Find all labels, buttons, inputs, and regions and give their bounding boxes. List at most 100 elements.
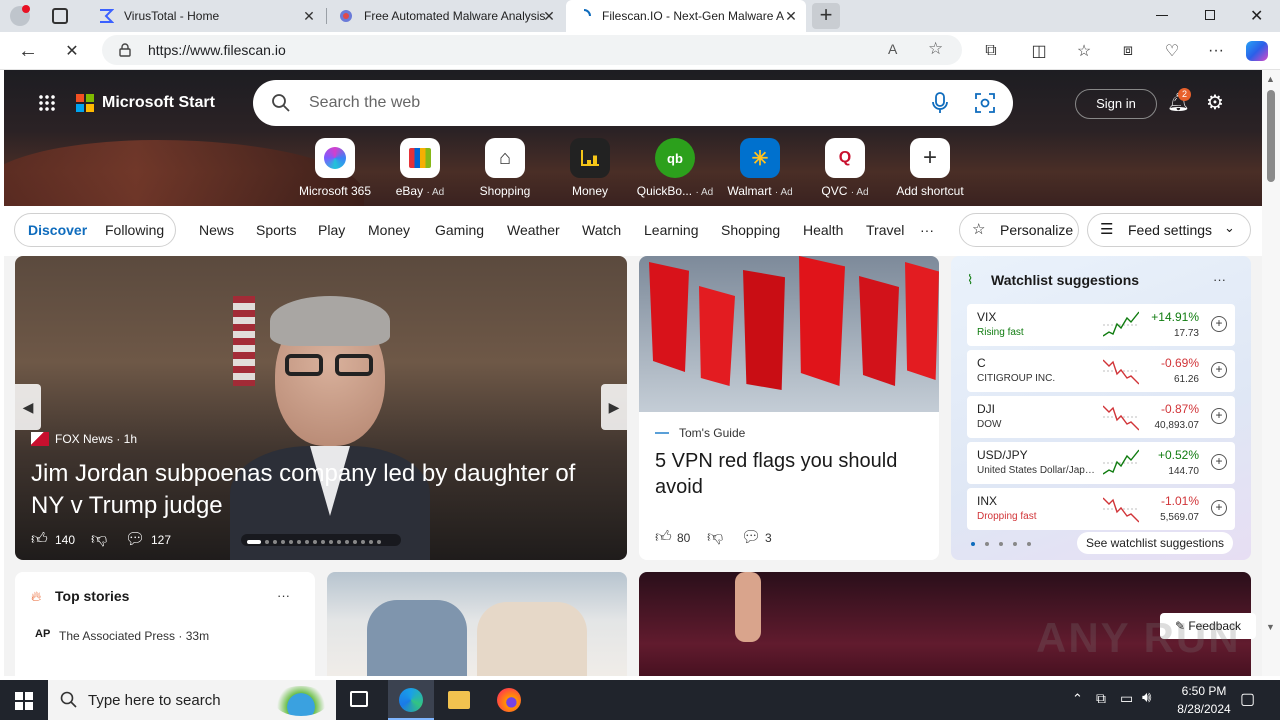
notification-center-icon[interactable]: ▢ — [1240, 689, 1255, 709]
favorites-icon[interactable]: ☆ — [1070, 37, 1098, 65]
wifi-icon[interactable]: ▭ — [1120, 690, 1133, 707]
nav-sports[interactable]: Sports — [256, 222, 296, 238]
nav-watch[interactable]: Watch — [582, 222, 621, 238]
windows-start-icon[interactable] — [15, 692, 33, 710]
clock-time[interactable]: 6:50 PM — [1174, 684, 1234, 698]
visual-search-icon[interactable] — [975, 93, 995, 113]
new-tab-button[interactable]: + — [812, 3, 840, 29]
task-view-icon[interactable] — [350, 691, 368, 707]
tab-filescan[interactable]: Filescan.IO - Next-Gen Malware A ✕ — [566, 0, 806, 32]
comment-icon[interactable]: 💬︎ — [741, 527, 761, 547]
network-icon[interactable]: ⧉ — [1096, 690, 1106, 707]
restore-button[interactable] — [1205, 10, 1215, 20]
scrollbar-thumb[interactable] — [1267, 90, 1275, 182]
shortcut-quickbooks[interactable]: qb QuickBo... · Ad — [635, 138, 715, 198]
taskbar-search-box[interactable]: Type here to search — [48, 680, 336, 720]
shortcut-money[interactable]: Money — [550, 138, 630, 198]
watchlist-pager[interactable] — [971, 540, 1035, 546]
carousel-pager[interactable] — [241, 534, 401, 546]
shortcut-microsoft-365[interactable]: Microsoft 365 — [295, 138, 375, 198]
shortcut-ebay[interactable]: eBay · Ad — [380, 138, 460, 198]
see-watchlist-suggestions-button[interactable]: See watchlist suggestions — [1077, 532, 1233, 554]
tab-malware-analysis[interactable]: Free Automated Malware Analysis ✕ — [328, 0, 564, 32]
close-window-button[interactable]: ✕ — [1250, 6, 1263, 26]
more-options-button[interactable]: ··· — [277, 588, 290, 603]
story-headline[interactable]: Jim Jordan subpoenas company led by daug… — [31, 458, 611, 522]
nav-health[interactable]: Health — [803, 222, 843, 238]
watchlist-row[interactable]: DJI DOW -0.87% 40,893.07 + — [967, 396, 1235, 438]
nav-money[interactable]: Money — [368, 222, 410, 238]
volume-icon[interactable]: 🔊︎ — [1142, 689, 1151, 706]
nav-shopping[interactable]: Shopping — [721, 222, 780, 238]
nav-learning[interactable]: Learning — [644, 222, 699, 238]
close-tab-icon[interactable]: ✕ — [300, 7, 318, 25]
settings-more-icon[interactable]: ··· — [1202, 37, 1230, 65]
minimize-button[interactable] — [1156, 15, 1168, 16]
nav-weather[interactable]: Weather — [507, 222, 560, 238]
app-launcher-icon[interactable] — [38, 94, 56, 112]
scroll-up-arrow-icon[interactable]: ▲ — [1266, 74, 1275, 84]
url-field[interactable]: https://www.filescan.io A ☆ — [102, 35, 962, 65]
show-hidden-icons-chevron-icon[interactable]: ⌃ — [1072, 691, 1083, 707]
like-icon[interactable]: 👍︎ — [655, 528, 672, 547]
read-aloud-icon[interactable]: A — [888, 41, 897, 57]
story-headline[interactable]: 5 VPN red flags you should avoid — [655, 448, 925, 500]
dislike-icon[interactable]: 👎︎ — [707, 528, 723, 547]
page-scrollbar[interactable]: ▲ ▼ — [1262, 70, 1280, 678]
close-tab-icon[interactable]: ✕ — [782, 7, 800, 25]
backpack-image-card[interactable] — [327, 572, 627, 678]
hero-story-card[interactable]: ◀ ▶ FOX News · 1h Jim Jordan subpoenas c… — [15, 256, 627, 560]
split-screen-icon[interactable]: ◫ — [1025, 37, 1053, 65]
add-to-watchlist-icon[interactable]: + — [1211, 408, 1227, 424]
watchlist-row[interactable]: INX Dropping fast -1.01% 5,569.07 + — [967, 488, 1235, 530]
like-icon[interactable]: 👍︎ — [31, 530, 48, 549]
collections-icon[interactable]: ⧈ — [1114, 37, 1142, 65]
back-arrow-icon[interactable]: ← — [14, 37, 42, 65]
tab-discover[interactable]: Discover — [28, 222, 87, 238]
add-to-watchlist-icon[interactable]: + — [1211, 454, 1227, 470]
watchlist-row[interactable]: VIX Rising fast +14.91% 17.73 + — [967, 304, 1235, 346]
watchlist-row[interactable]: USD/JPY United States Dollar/Japa... +0.52… — [967, 442, 1235, 484]
browser-essentials-icon[interactable]: ♡ — [1158, 37, 1186, 65]
copilot-icon[interactable] — [1246, 41, 1268, 61]
shortcut-walmart[interactable]: ✳ Walmart · Ad — [720, 138, 800, 198]
dislike-icon[interactable]: 👎︎ — [91, 530, 107, 549]
microphone-icon[interactable] — [931, 92, 949, 114]
add-to-watchlist-icon[interactable]: + — [1211, 500, 1227, 516]
scroll-down-arrow-icon[interactable]: ▼ — [1266, 622, 1275, 632]
carousel-next-button[interactable]: ▶ — [601, 384, 627, 430]
feed-settings-button[interactable]: ☰ Feed settings ⌄ — [1087, 213, 1251, 247]
favorite-star-icon[interactable]: ☆ — [928, 39, 943, 59]
tab-actions-icon[interactable] — [52, 8, 68, 24]
nav-travel[interactable]: Travel — [866, 222, 904, 238]
watchlist-row[interactable]: C CITIGROUP INC. -0.69% 61.26 + — [967, 350, 1235, 392]
add-to-watchlist-icon[interactable]: + — [1211, 316, 1227, 332]
clock-date[interactable]: 8/28/2024 — [1164, 702, 1244, 716]
story-card-vpn[interactable]: Tom's Guide 5 VPN red flags you should a… — [639, 256, 939, 560]
sign-in-button[interactable]: Sign in — [1075, 89, 1157, 119]
nav-news[interactable]: News — [199, 222, 234, 238]
add-to-watchlist-icon[interactable]: + — [1211, 362, 1227, 378]
firefox-icon[interactable] — [497, 688, 521, 712]
tab-virustotal[interactable]: VirusTotal - Home ✕ — [88, 0, 324, 32]
edge-taskbar-icon[interactable] — [388, 680, 434, 720]
nav-more-button[interactable]: ··· — [920, 222, 934, 238]
extensions-icon[interactable]: ⧉ — [977, 37, 1005, 65]
tab-following[interactable]: Following — [105, 222, 164, 238]
profile-icon[interactable] — [10, 5, 30, 26]
nav-gaming[interactable]: Gaming — [435, 222, 484, 238]
shortcut-shopping[interactable]: ⌂ Shopping — [465, 138, 545, 198]
comment-icon[interactable]: 💬︎ — [125, 529, 145, 549]
nav-play[interactable]: Play — [318, 222, 345, 238]
more-options-button[interactable]: ··· — [1213, 272, 1226, 287]
file-explorer-icon[interactable] — [448, 691, 470, 709]
brand-title[interactable]: Microsoft Start — [102, 94, 215, 112]
personalize-button[interactable]: ☆ Personalize — [959, 213, 1079, 247]
web-search-box[interactable]: Search the web — [253, 80, 1013, 126]
close-tab-icon[interactable]: ✕ — [540, 7, 558, 25]
carousel-prev-button[interactable]: ◀ — [15, 384, 41, 430]
add-shortcut-button[interactable]: + Add shortcut — [890, 138, 970, 198]
settings-gear-icon[interactable]: ⚙ — [1206, 90, 1224, 115]
shortcut-qvc[interactable]: Q QVC · Ad — [805, 138, 885, 198]
stop-loading-icon[interactable]: ✕ — [58, 37, 86, 65]
